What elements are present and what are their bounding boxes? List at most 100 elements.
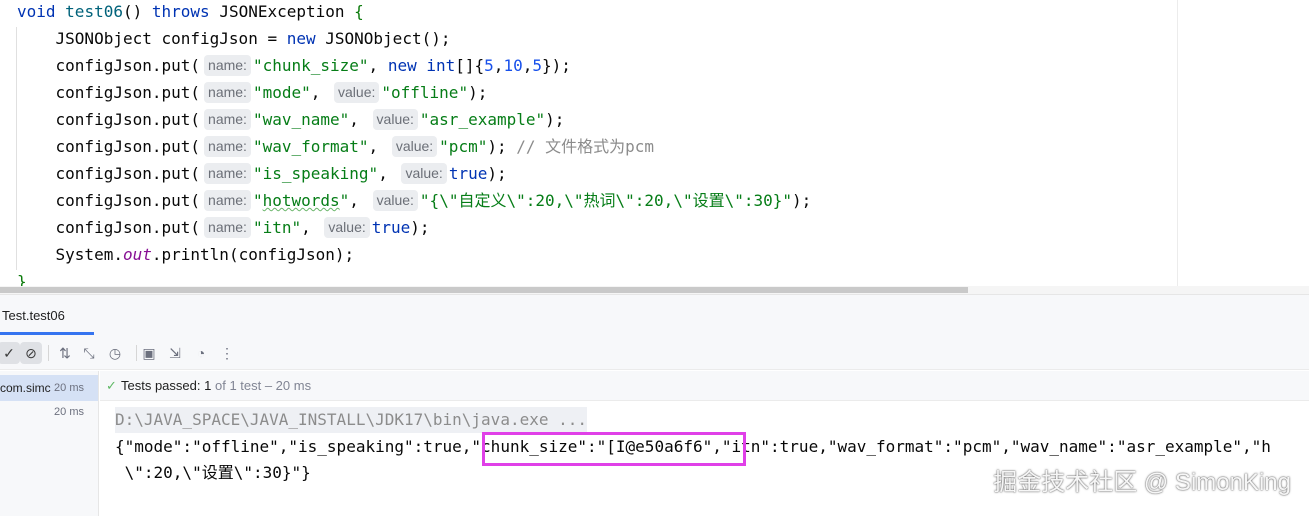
tree-row-time: 20 ms bbox=[54, 382, 84, 394]
history-icon[interactable]: ◷ bbox=[104, 342, 126, 364]
code-token: void bbox=[17, 2, 66, 21]
code-token: , bbox=[349, 110, 369, 129]
code-token: "asr_example" bbox=[419, 110, 546, 129]
sort-icon[interactable]: ⇅ bbox=[54, 342, 76, 364]
code-token: ); bbox=[410, 218, 430, 237]
code-token: ); bbox=[545, 110, 565, 129]
parameter-hint: value: bbox=[401, 163, 447, 184]
watermark: 掘金技术社区 @ SimonKing bbox=[993, 469, 1291, 496]
code-token: } bbox=[17, 272, 27, 286]
code-line: void test06() throws JSONException { bbox=[17, 0, 364, 25]
code-token: JSONException bbox=[219, 2, 355, 21]
horizontal-scrollbar-thumb[interactable] bbox=[0, 287, 968, 293]
code-token: "wav_name" bbox=[252, 110, 350, 129]
code-token: () bbox=[122, 2, 152, 21]
code-token: "chunk_size" bbox=[252, 56, 369, 75]
code-line: configJson.put(name: "wav_format", value:… bbox=[17, 133, 654, 160]
code-line: configJson.put(name: "hotwords", value: "{… bbox=[17, 187, 811, 214]
code-token: 5 bbox=[532, 56, 542, 75]
code-token: "mode" bbox=[252, 83, 311, 102]
code-token: , bbox=[349, 191, 369, 210]
code-token: true bbox=[371, 218, 411, 237]
parameter-hint: name: bbox=[204, 190, 251, 211]
tree-row-test-class[interactable]: com.simc 20 ms bbox=[0, 375, 98, 401]
parameter-hint: value: bbox=[372, 109, 418, 130]
chunk-size-highlight-box bbox=[482, 432, 746, 466]
code-token: new int bbox=[387, 56, 456, 75]
more-icon[interactable]: ⋮ bbox=[216, 342, 238, 364]
parameter-hint: name: bbox=[204, 109, 251, 130]
code-line: configJson.put(name: "wav_name", value: "a… bbox=[17, 106, 564, 133]
code-token: configJson.put( bbox=[17, 137, 201, 156]
code-token: , bbox=[368, 56, 388, 75]
code-token: true bbox=[448, 164, 488, 183]
code-token: 10 bbox=[503, 56, 523, 75]
console-output-line: \":20,\"设置\":30}"} bbox=[115, 463, 311, 482]
tab-test-test06[interactable]: Test.test06 bbox=[0, 302, 71, 334]
test-results-tree: com.simc 20 ms 20 ms bbox=[0, 371, 99, 516]
check-icon: ✓ bbox=[106, 378, 117, 393]
toolbar-separator bbox=[136, 345, 137, 361]
collapse-icon[interactable]: ⤡ bbox=[78, 342, 100, 364]
code-token: 5 bbox=[484, 56, 494, 75]
tests-passed-detail: of 1 test – 20 ms bbox=[214, 378, 312, 393]
code-token: "is_speaking" bbox=[252, 164, 379, 183]
test-status-text: Tests passed: 1 of 1 test – 20 ms bbox=[121, 378, 311, 394]
code-token: "offline" bbox=[381, 83, 469, 102]
code-token: { bbox=[354, 2, 364, 21]
code-token: , bbox=[310, 83, 331, 102]
parameter-hint: value: bbox=[372, 190, 418, 211]
code-token: "wav_format" bbox=[252, 137, 369, 156]
parameter-hint: name: bbox=[204, 163, 251, 184]
code-token: "pcm" bbox=[439, 137, 488, 156]
show-ignored-icon[interactable]: ⊘ bbox=[20, 342, 42, 364]
code-token: ); bbox=[468, 83, 488, 102]
code-token: ); bbox=[487, 137, 517, 156]
code-token: configJson.put( bbox=[17, 83, 201, 102]
code-token: JSONObject configJson = bbox=[17, 29, 287, 48]
code-token: , bbox=[301, 218, 321, 237]
run-tool-window-tabs bbox=[0, 294, 1309, 336]
code-line: System.out.println(configJson); bbox=[17, 241, 355, 268]
code-editor[interactable]: void test06() throws JSONException { JSO… bbox=[0, 0, 1309, 286]
code-line: JSONObject configJson = new JSONObject()… bbox=[17, 25, 451, 52]
console-command-line: D:\JAVA_SPACE\JAVA_INSTALL\JDK17\bin\jav… bbox=[115, 407, 588, 433]
active-tab-indicator bbox=[0, 332, 94, 335]
code-token: " bbox=[252, 191, 263, 210]
parameter-hint: value: bbox=[391, 136, 438, 157]
tests-passed-count: 1 bbox=[204, 378, 212, 393]
coverage-icon[interactable]: ◔ bbox=[190, 342, 212, 364]
code-token: configJson.put( bbox=[17, 56, 201, 75]
tree-row-test-method[interactable]: 20 ms bbox=[0, 399, 98, 425]
code-token: []{ bbox=[455, 56, 485, 75]
code-line: configJson.put(name: "chunk_size", new in… bbox=[17, 52, 571, 79]
code-token: ); bbox=[487, 164, 507, 183]
code-token: "itn" bbox=[252, 218, 302, 237]
code-line: configJson.put(name: "is_speaking", value… bbox=[17, 160, 507, 187]
code-token: // 文件格式为pcm bbox=[516, 137, 655, 156]
code-token: System. bbox=[17, 245, 123, 264]
parameter-hint: value: bbox=[324, 217, 370, 238]
code-token: "{\"自定义\":20,\"热词\":20,\"设置\":30}" bbox=[419, 191, 793, 210]
parameter-hint: name: bbox=[204, 82, 251, 103]
right-margin-line bbox=[1177, 0, 1178, 286]
code-token: .println(configJson); bbox=[151, 245, 355, 264]
code-token: " bbox=[339, 191, 350, 210]
code-line: } bbox=[17, 268, 27, 286]
parameter-hint: name: bbox=[204, 136, 251, 157]
parameter-hint: value: bbox=[334, 82, 380, 103]
code-token: configJson.put( bbox=[17, 110, 201, 129]
code-token: test06 bbox=[65, 2, 123, 21]
tree-row-time: 20 ms bbox=[54, 406, 84, 418]
code-line: configJson.put(name: "mode", value: "offli… bbox=[17, 79, 487, 106]
code-token: new bbox=[286, 29, 326, 48]
code-token: }); bbox=[541, 56, 571, 75]
import-icon[interactable]: ⇲ bbox=[164, 342, 186, 364]
code-line: configJson.put(name: "itn", value: true); bbox=[17, 214, 430, 241]
code-token: , bbox=[493, 56, 504, 75]
screenshot-icon[interactable]: ▣ bbox=[138, 342, 160, 364]
code-token: , bbox=[368, 137, 388, 156]
code-token: configJson.put( bbox=[17, 191, 201, 210]
show-passed-icon[interactable]: ✓ bbox=[0, 342, 20, 364]
tests-passed-label: Tests passed: bbox=[121, 378, 201, 393]
